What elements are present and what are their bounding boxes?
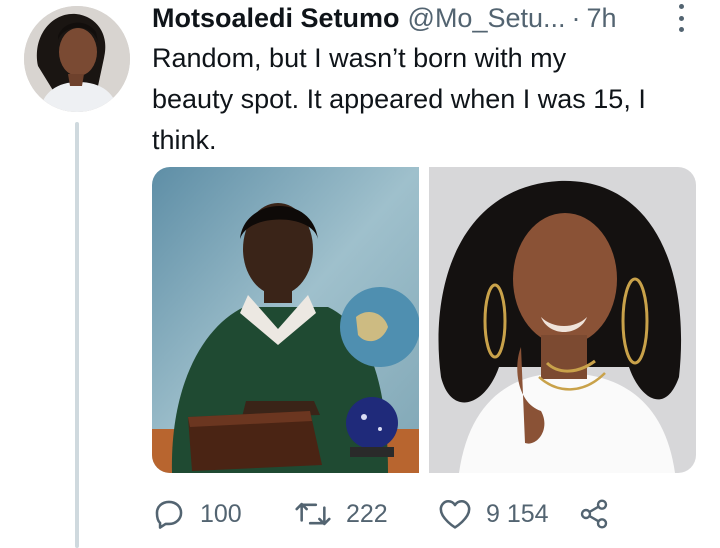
reply-count: 100 (200, 499, 242, 528)
avatar-column (22, 4, 132, 548)
retweet-count: 222 (346, 499, 388, 528)
author-handle[interactable]: @Mo_Setu... (408, 0, 566, 36)
author-avatar[interactable] (24, 6, 130, 112)
tweet-actions: 100 222 9 154 (152, 492, 704, 536)
school-photo[interactable] (152, 167, 419, 473)
portrait-photo-icon (429, 167, 696, 473)
reply-button[interactable]: 100 (152, 492, 242, 536)
reply-icon (155, 500, 183, 529)
portrait-photo[interactable] (429, 167, 696, 473)
tweet-timestamp[interactable]: 7h (587, 0, 617, 36)
retweet-button[interactable]: 222 (294, 492, 388, 536)
like-count: 9 154 (486, 499, 549, 528)
share-icon (580, 499, 608, 529)
tweet-text-line: think. (152, 125, 217, 155)
tweet-text-line: beauty spot. It appeared when I was 15, … (152, 84, 646, 114)
profile-photo-icon (24, 6, 130, 112)
tweet-text-line: Random, but I wasn’t born with my (152, 43, 567, 73)
media-grid (152, 167, 696, 473)
like-button[interactable]: 9 154 (438, 492, 549, 536)
author-display-name[interactable]: Motsoaledi Setumo (152, 0, 400, 36)
heart-icon (439, 499, 471, 529)
tweet-text: Random, but I wasn’t born with my beauty… (152, 38, 704, 161)
retweet-icon (295, 502, 331, 526)
school-photo-icon (152, 167, 419, 473)
more-options-icon[interactable] (676, 4, 686, 32)
separator-dot: · (571, 3, 581, 33)
share-button[interactable] (578, 492, 610, 536)
thread-line (75, 122, 79, 548)
tweet-header: Motsoaledi Setumo @Mo_Setu... · 7h (152, 0, 704, 36)
